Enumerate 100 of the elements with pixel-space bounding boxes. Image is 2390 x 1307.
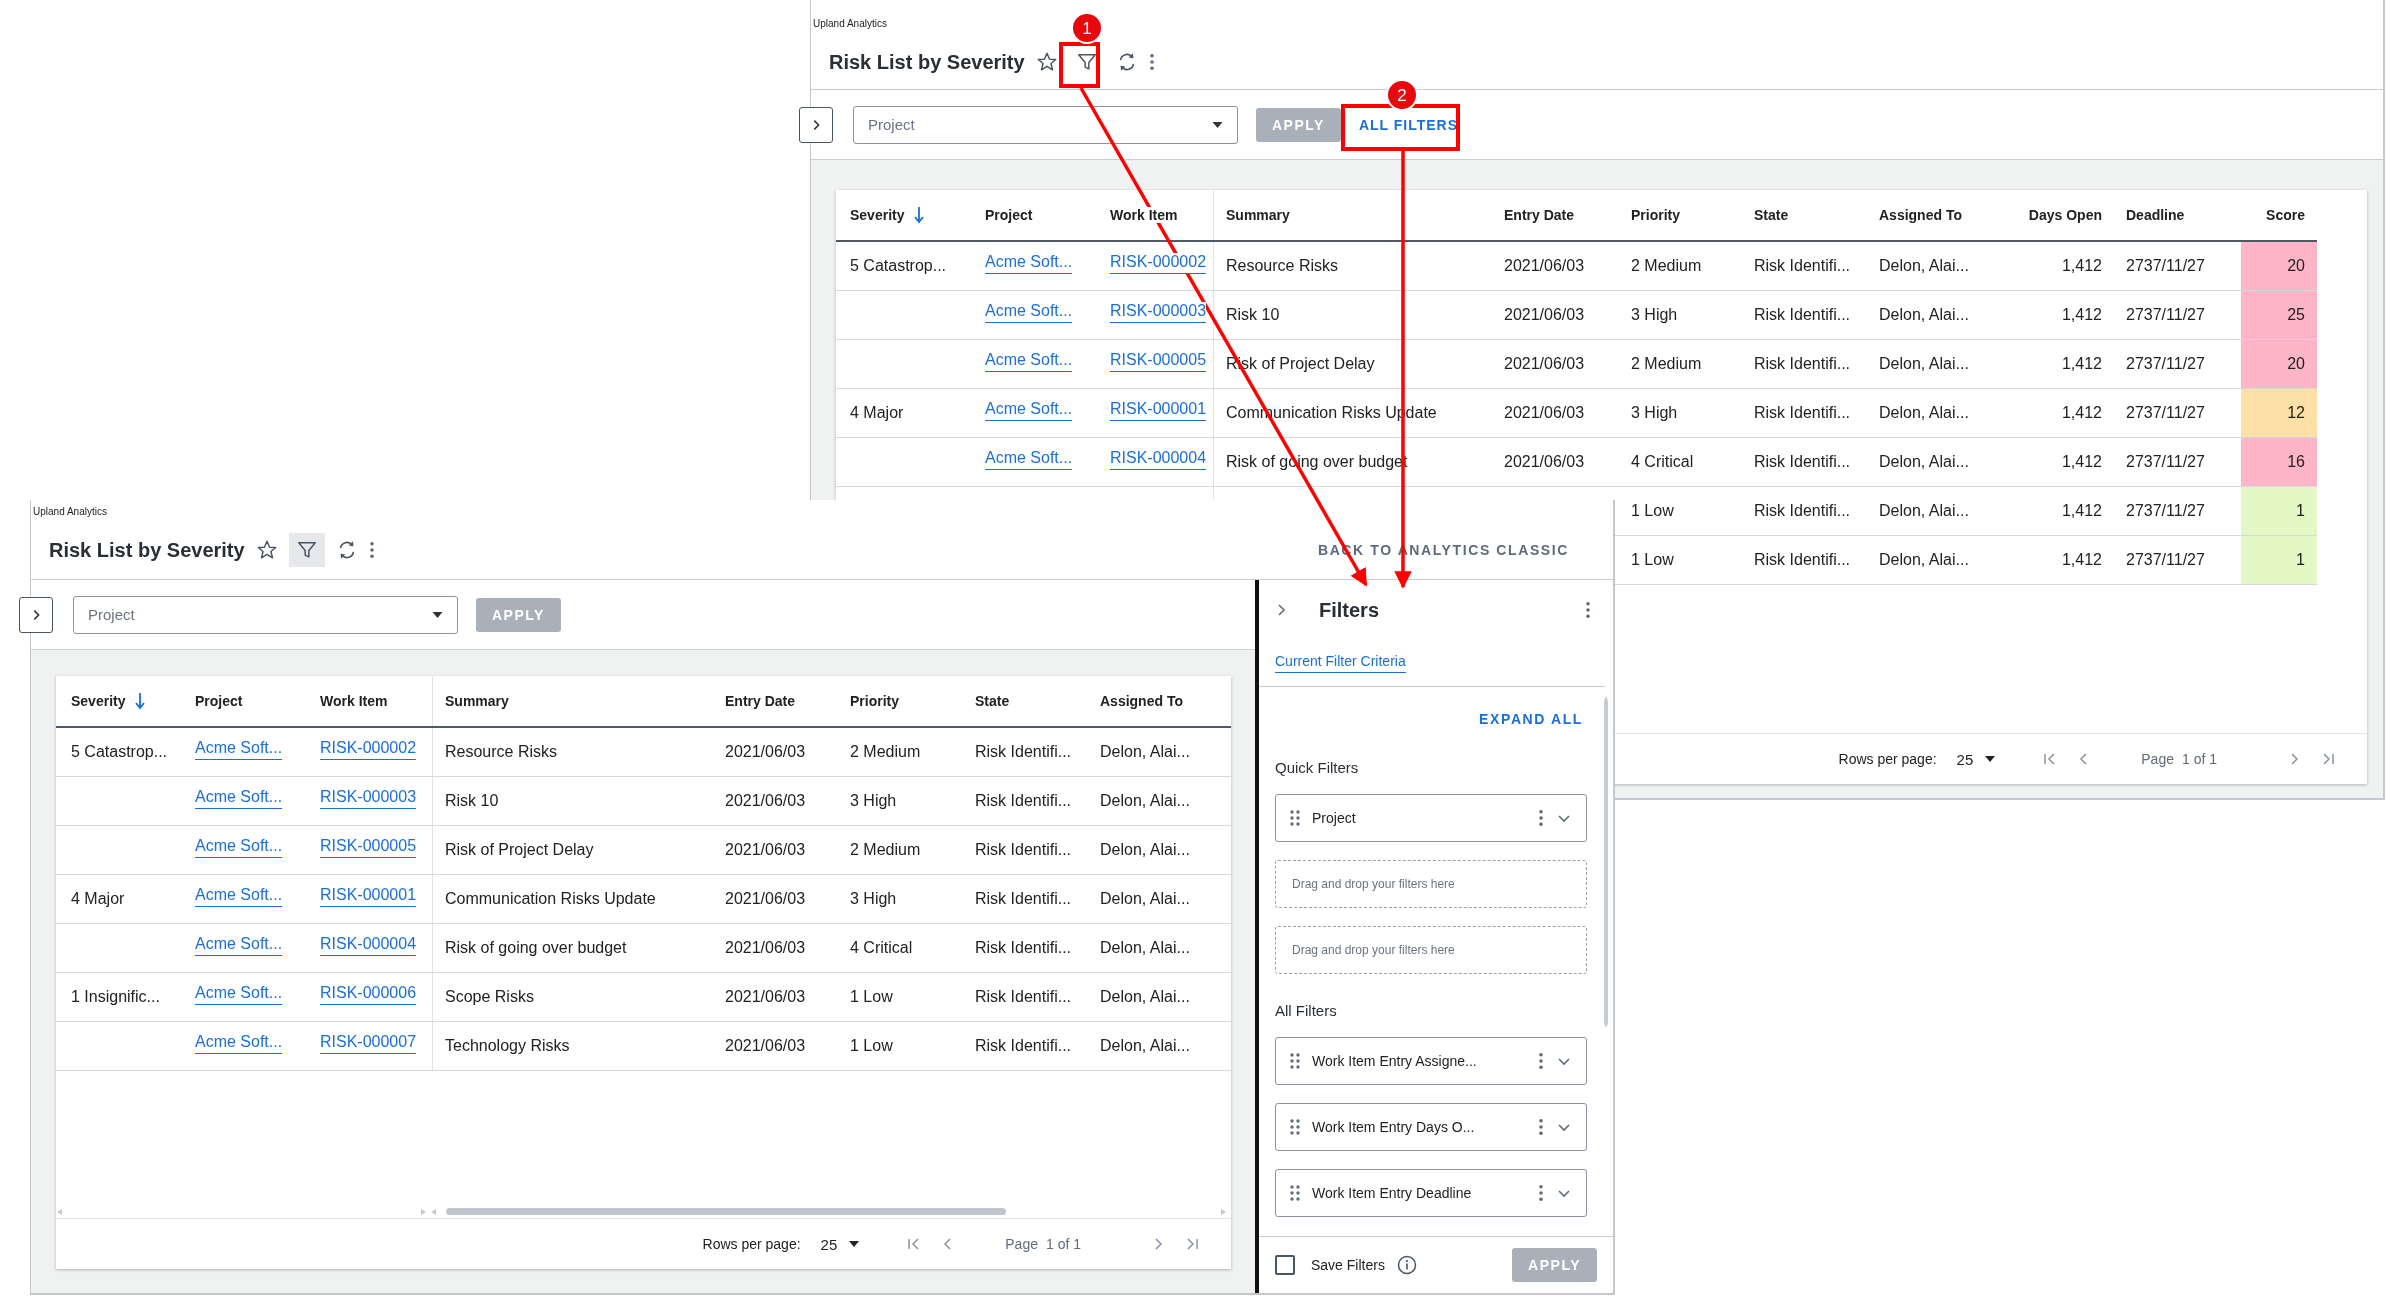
- filter-button[interactable]: [288, 533, 325, 567]
- info-icon[interactable]: [1396, 1255, 1417, 1275]
- table-link[interactable]: RISK-000005: [1110, 350, 1207, 372]
- table-cell: 2021/06/03: [725, 988, 806, 1006]
- column-header[interactable]: Summary: [1226, 207, 1290, 223]
- more-icon[interactable]: [1148, 53, 1155, 71]
- column-header[interactable]: Project: [195, 693, 243, 709]
- table-link[interactable]: RISK-000006: [320, 983, 417, 1005]
- table-cell: Delon, Alai...: [1879, 306, 1969, 324]
- filter-criteria-tab[interactable]: Current Filter Criteria: [1275, 653, 1406, 673]
- table-cell: Delon, Alai...: [1100, 743, 1190, 761]
- table-link[interactable]: Acme Soft...: [195, 983, 283, 1005]
- table-link[interactable]: Acme Soft...: [985, 252, 1073, 274]
- more-icon[interactable]: [1538, 1052, 1544, 1070]
- table-link[interactable]: Acme Soft...: [195, 1032, 283, 1054]
- rows-per-page-select[interactable]: 25: [820, 1235, 860, 1253]
- table-link[interactable]: RISK-000005: [320, 836, 417, 858]
- filter-item[interactable]: Work Item Entry Days O...: [1275, 1103, 1587, 1151]
- table-link[interactable]: RISK-000001: [1110, 399, 1207, 421]
- rows-per-page-label: Rows per page:: [702, 1236, 801, 1252]
- drag-handle-icon[interactable]: [1290, 810, 1300, 826]
- sort-down-icon[interactable]: [135, 692, 146, 710]
- more-icon[interactable]: [1585, 601, 1591, 619]
- table-link[interactable]: Acme Soft...: [195, 885, 283, 907]
- column-header[interactable]: Days Open: [2028, 207, 2102, 223]
- table-link[interactable]: RISK-000003: [320, 787, 417, 809]
- filter-item[interactable]: Work Item Entry Deadline: [1275, 1169, 1587, 1217]
- column-header[interactable]: Project: [985, 207, 1033, 223]
- filter-item[interactable]: Work Item Entry Assigne...: [1275, 1037, 1587, 1085]
- table-cell: Delon, Alai...: [1100, 939, 1190, 957]
- table-link[interactable]: RISK-000004: [320, 934, 417, 956]
- sort-down-icon[interactable]: [914, 206, 925, 224]
- rows-per-page-select[interactable]: 25: [1956, 750, 1996, 768]
- table-link[interactable]: RISK-000002: [320, 738, 417, 760]
- drop-zone[interactable]: Drag and drop your filters here: [1275, 926, 1587, 974]
- column-header[interactable]: Work Item: [320, 693, 388, 709]
- app-name: Upland Analytics: [32, 506, 107, 517]
- column-header[interactable]: Priority: [1631, 207, 1680, 223]
- favorite-icon[interactable]: [255, 539, 278, 561]
- table-cell: 2 Medium: [1631, 355, 1702, 373]
- drag-handle-icon[interactable]: [1290, 1119, 1300, 1135]
- table-cell: Risk Identifi...: [1754, 306, 1851, 324]
- table-cell: 1 Insignific...: [71, 988, 160, 1006]
- expand-sidebar-button[interactable]: [799, 106, 833, 143]
- table-cell: 5 Catastrop...: [850, 257, 947, 275]
- column-header[interactable]: Summary: [445, 693, 509, 709]
- favorite-icon[interactable]: [1035, 51, 1058, 73]
- column-header[interactable]: Severity: [850, 206, 925, 224]
- table-cell: 2021/06/03: [1504, 306, 1585, 324]
- table-link[interactable]: Acme Soft...: [195, 738, 283, 760]
- project-select[interactable]: Project: [73, 595, 458, 634]
- table-cell: Delon, Alai...: [1100, 841, 1190, 859]
- column-header[interactable]: Deadline: [2126, 207, 2185, 223]
- more-icon[interactable]: [368, 541, 375, 559]
- table-link[interactable]: Acme Soft...: [985, 350, 1073, 372]
- column-header[interactable]: Entry Date: [725, 693, 796, 709]
- table-link[interactable]: RISK-000007: [320, 1032, 417, 1054]
- drag-handle-icon[interactable]: [1290, 1185, 1300, 1201]
- table-cell: 2 Medium: [850, 841, 921, 859]
- save-filters-checkbox[interactable]: [1275, 1255, 1295, 1275]
- rows-per-page-label: Rows per page:: [1838, 751, 1937, 767]
- table-link[interactable]: Acme Soft...: [985, 399, 1073, 421]
- project-select[interactable]: Project: [853, 105, 1238, 144]
- table-link[interactable]: RISK-000002: [1110, 252, 1207, 274]
- expand-all-button[interactable]: EXPAND ALL: [1475, 707, 1587, 731]
- drag-handle-icon[interactable]: [1290, 1053, 1300, 1069]
- more-icon[interactable]: [1538, 1118, 1544, 1136]
- last-page-icon[interactable]: [1184, 1236, 1200, 1252]
- table-link[interactable]: RISK-000004: [1110, 448, 1207, 470]
- column-header[interactable]: Assigned To: [1100, 693, 1183, 709]
- table-cell: 2021/06/03: [725, 1037, 806, 1055]
- table-link[interactable]: Acme Soft...: [985, 448, 1073, 470]
- column-header[interactable]: Priority: [850, 693, 899, 709]
- score-cell: 16: [2241, 438, 2317, 486]
- app-name: Upland Analytics: [812, 18, 887, 29]
- expand-sidebar-button[interactable]: [19, 596, 53, 633]
- column-header[interactable]: Assigned To: [1879, 207, 1962, 223]
- table-cell: 2021/06/03: [725, 890, 806, 908]
- column-header[interactable]: Entry Date: [1504, 207, 1575, 223]
- filter-item[interactable]: Project: [1275, 794, 1587, 842]
- more-icon[interactable]: [1538, 1184, 1544, 1202]
- drop-zone[interactable]: Drag and drop your filters here: [1275, 860, 1587, 908]
- column-header[interactable]: Work Item: [1110, 207, 1178, 223]
- table-link[interactable]: Acme Soft...: [985, 301, 1073, 323]
- table-link[interactable]: RISK-000003: [1110, 301, 1207, 323]
- filter-name: Project: [1312, 810, 1357, 826]
- column-header[interactable]: State: [975, 693, 1010, 709]
- column-header[interactable]: Score: [2266, 207, 2305, 223]
- vertical-scrollbar[interactable]: [1603, 697, 1609, 1027]
- column-header[interactable]: State: [1754, 207, 1789, 223]
- table-link[interactable]: Acme Soft...: [195, 836, 283, 858]
- last-page-icon[interactable]: [2320, 751, 2336, 767]
- table-cell: 1 Low: [1631, 551, 1674, 569]
- table-link[interactable]: RISK-000001: [320, 885, 417, 907]
- caret-icon: [1985, 756, 1996, 762]
- table-link[interactable]: Acme Soft...: [195, 787, 283, 809]
- table-cell: 4 Critical: [850, 939, 913, 957]
- more-icon[interactable]: [1538, 809, 1544, 827]
- column-header[interactable]: Severity: [71, 692, 146, 710]
- table-link[interactable]: Acme Soft...: [195, 934, 283, 956]
